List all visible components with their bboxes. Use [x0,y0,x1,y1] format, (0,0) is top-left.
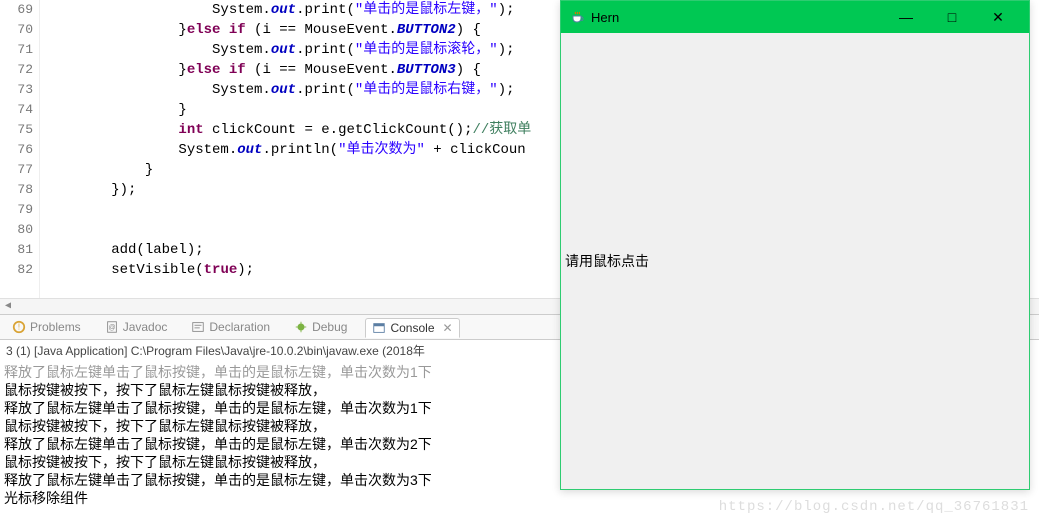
line-number: 78 [0,180,33,200]
java-cup-icon [569,9,585,25]
line-number: 76 [0,140,33,160]
close-tab-icon[interactable]: ✕ [443,321,453,335]
tab-debug[interactable]: Debug [288,318,353,336]
tab-javadoc[interactable]: @ Javadoc [99,318,174,336]
problems-icon: ! [12,320,26,334]
line-number: 72 [0,60,33,80]
line-number: 77 [0,160,33,180]
line-number: 82 [0,260,33,280]
tab-declaration[interactable]: Declaration [185,318,276,336]
line-number: 70 [0,20,33,40]
tab-problems-label: Problems [30,320,81,334]
line-number: 75 [0,120,33,140]
debug-icon [294,320,308,334]
scroll-left-arrow[interactable]: ◀ [2,301,14,313]
tab-console-label: Console [390,321,434,335]
declaration-icon [191,320,205,334]
java-app-window[interactable]: Hern — □ ✕ 请用鼠标点击 [560,0,1030,490]
line-number-gutter: 6970717273747576777879808182 [0,0,40,298]
tab-debug-label: Debug [312,320,347,334]
minimize-button[interactable]: — [883,1,929,33]
line-number: 79 [0,200,33,220]
line-number: 81 [0,240,33,260]
svg-text:!: ! [18,323,20,332]
tab-console[interactable]: Console ✕ [365,318,459,338]
line-number: 69 [0,0,33,20]
svg-text:@: @ [108,325,115,332]
line-number: 71 [0,40,33,60]
window-content[interactable]: 请用鼠标点击 [561,33,1029,489]
line-number: 73 [0,80,33,100]
window-title: Hern [591,10,883,25]
prompt-label: 请用鼠标点击 [561,251,649,271]
tab-javadoc-label: Javadoc [123,320,168,334]
console-icon [372,321,386,335]
maximize-button[interactable]: □ [929,1,975,33]
window-titlebar[interactable]: Hern — □ ✕ [561,1,1029,33]
tab-problems[interactable]: ! Problems [6,318,87,336]
line-number: 80 [0,220,33,240]
tab-declaration-label: Declaration [209,320,270,334]
watermark-text: https://blog.csdn.net/qq_36761831 [719,499,1029,515]
close-button[interactable]: ✕ [975,1,1021,33]
window-controls: — □ ✕ [883,1,1021,33]
javadoc-icon: @ [105,320,119,334]
line-number: 74 [0,100,33,120]
